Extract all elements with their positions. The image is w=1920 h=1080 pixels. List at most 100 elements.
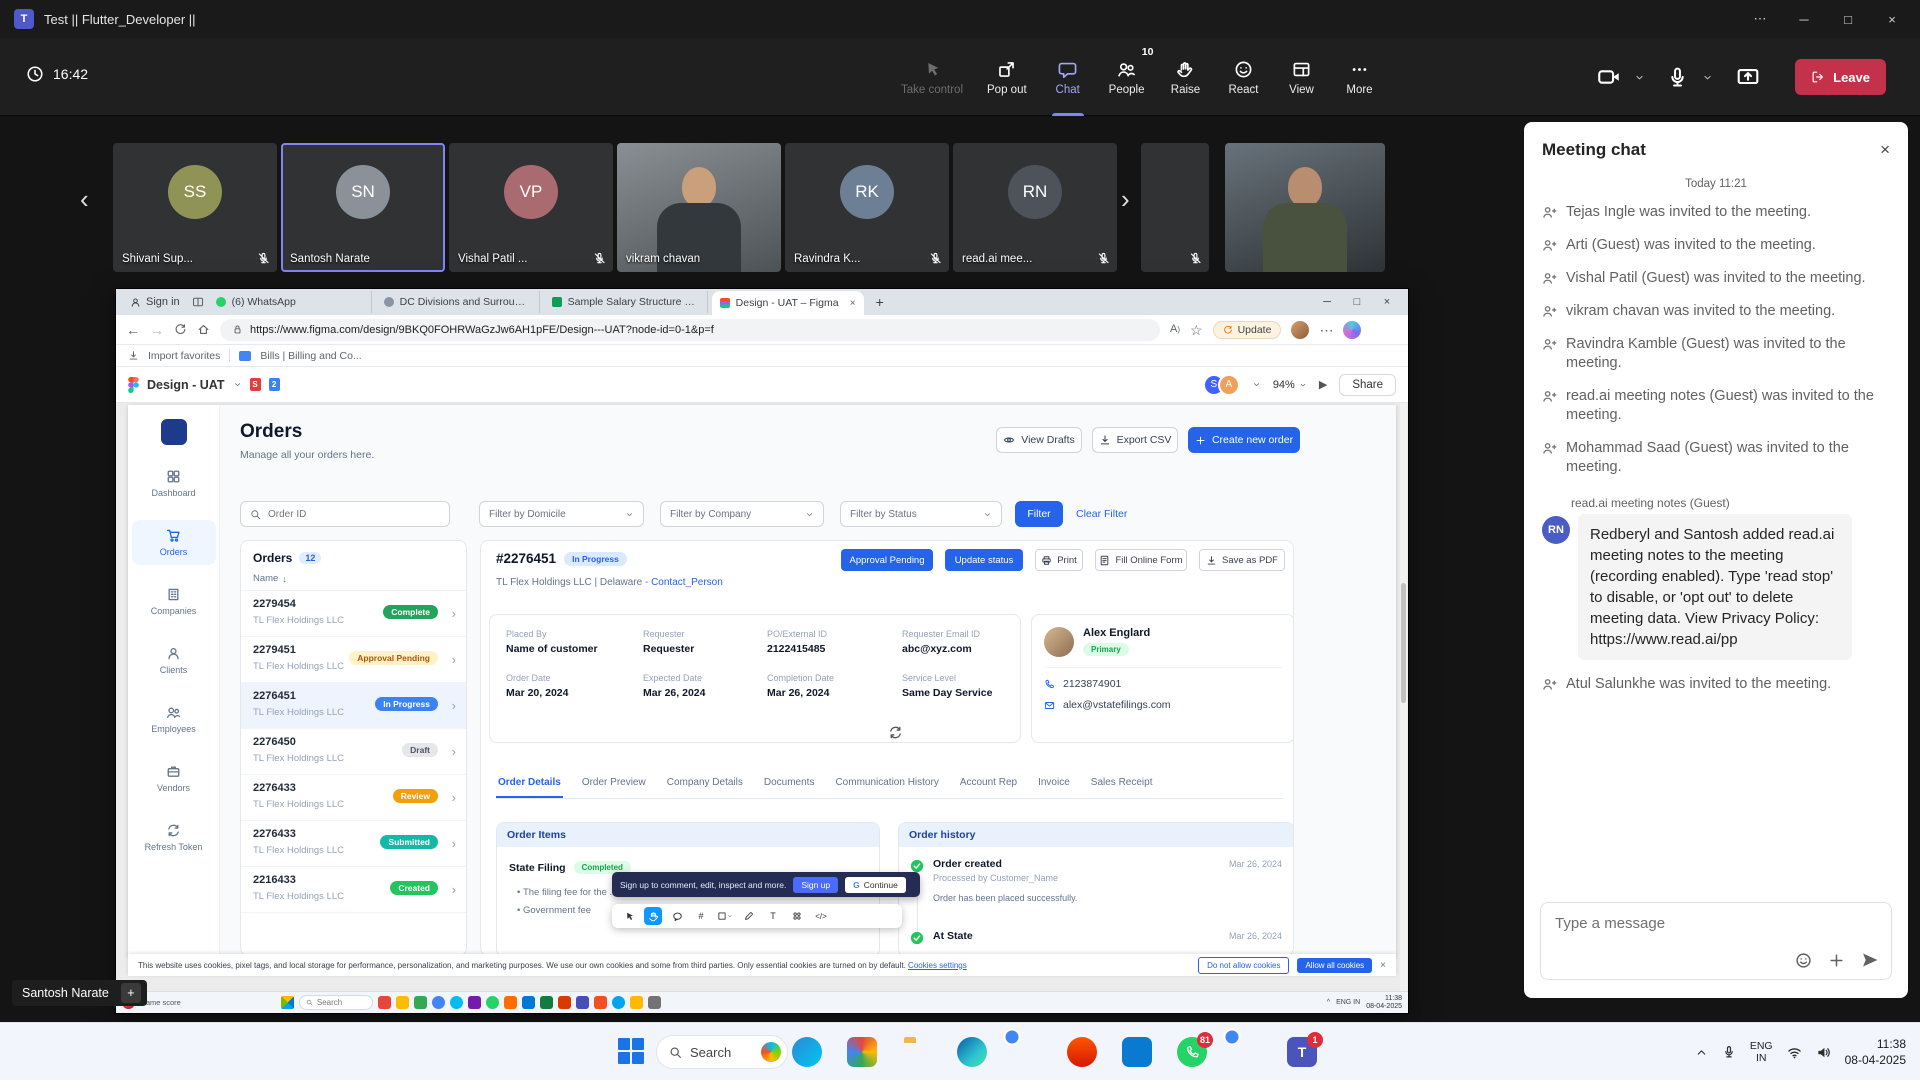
signup-button[interactable]: Sign up (793, 877, 838, 893)
react-button[interactable]: React (1217, 38, 1269, 116)
app-icon[interactable] (540, 996, 553, 1009)
figma-file-name[interactable]: Design - UAT (147, 378, 225, 392)
browser-profile-avatar[interactable] (1291, 321, 1309, 339)
app-icon[interactable] (558, 996, 571, 1009)
contact-person-link[interactable]: Contact_Person (651, 577, 723, 588)
taskbar-clock[interactable]: 11:38 08-04-2025 (1845, 1036, 1906, 1068)
fill-online-form-button[interactable]: Fill Online Form (1095, 549, 1187, 571)
cookie-close-icon[interactable]: × (1380, 960, 1386, 971)
whatsapp-icon[interactable]: 81 (1177, 1037, 1207, 1067)
tab-account-rep[interactable]: Account Rep (958, 769, 1019, 798)
app-icon[interactable] (378, 996, 391, 1009)
strip-prev-button[interactable]: ‹ (80, 186, 89, 212)
forward-icon[interactable]: → (150, 323, 164, 337)
tray-mic-icon[interactable] (1722, 1045, 1736, 1059)
nav-item-companies[interactable]: Companies (132, 579, 216, 624)
resources-tool-icon[interactable] (788, 907, 806, 925)
browser-signin-button[interactable]: Sign in (122, 294, 188, 310)
page-scrollbar[interactable] (1400, 403, 1407, 991)
participant-tile[interactable]: RK Ravindra K... (785, 143, 949, 272)
participant-tile[interactable]: SN Santosh Narate (281, 143, 445, 272)
view-button[interactable]: View (1275, 38, 1327, 116)
app-icon[interactable] (612, 996, 625, 1009)
refresh-icon[interactable] (174, 323, 187, 336)
inner-start-button[interactable] (281, 996, 294, 1009)
hand-tool-icon[interactable] (644, 907, 662, 925)
camera-icon[interactable] (1597, 65, 1621, 89)
browser-update-button[interactable]: Update (1213, 321, 1282, 339)
tab-documents[interactable]: Documents (762, 769, 817, 798)
view-drafts-button[interactable]: View Drafts (996, 427, 1082, 453)
inner-system-tray[interactable]: ^ ENG IN 11:38 08-04-2025 (1327, 995, 1402, 1011)
update-status-button[interactable]: Update status (945, 549, 1023, 571)
pin-share-button[interactable]: + (121, 983, 141, 1003)
app-icon[interactable] (468, 996, 481, 1009)
take-control-button[interactable]: Take control (892, 38, 972, 116)
browser-tab-dc[interactable]: DC Divisions and Surroundings (376, 291, 540, 313)
app-icon[interactable] (486, 996, 499, 1009)
export-csv-button[interactable]: Export CSV (1092, 427, 1178, 453)
edge-icon[interactable] (957, 1037, 987, 1067)
back-icon[interactable]: ← (126, 323, 140, 337)
scrollbar-thumb[interactable] (1401, 583, 1406, 703)
filter-apply-button[interactable]: Filter (1015, 501, 1063, 527)
participant-tile-partial[interactable] (1141, 143, 1209, 272)
nav-item-vendors[interactable]: Vendors (132, 756, 216, 801)
app-icon[interactable] (504, 996, 517, 1009)
approval-pending-button[interactable]: Approval Pending (841, 549, 933, 571)
widgets-icon[interactable] (792, 1037, 822, 1067)
create-new-order-button[interactable]: Create new order (1188, 427, 1300, 453)
participant-tile[interactable]: VP Vishal Patil ... (449, 143, 613, 272)
move-tool-icon[interactable] (620, 907, 638, 925)
url-field[interactable]: https://www.figma.com/design/9BKQ0FOHRWa… (220, 319, 1160, 341)
more-button[interactable]: More (1333, 38, 1385, 116)
mic-icon[interactable] (1666, 66, 1689, 89)
cookie-settings-link[interactable]: Cookies settings (908, 961, 967, 970)
app-icon[interactable] (396, 996, 409, 1009)
tab-invoice[interactable]: Invoice (1036, 769, 1072, 798)
message-input[interactable] (1541, 903, 1863, 944)
photos-icon[interactable] (847, 1037, 877, 1067)
save-as-pdf-button[interactable]: Save as PDF (1199, 549, 1285, 571)
clear-filter-link[interactable]: Clear Filter (1076, 508, 1127, 520)
tab-close-icon[interactable]: × (850, 298, 856, 309)
app-icon[interactable] (576, 996, 589, 1009)
inner-clock[interactable]: 11:38 08-04-2025 (1366, 995, 1402, 1011)
browser-tab-sheets[interactable]: Sample Salary Structure with cal... (544, 291, 708, 313)
print-button[interactable]: Print (1035, 549, 1083, 571)
taskbar-search[interactable]: Search (656, 1035, 788, 1069)
app-icon[interactable] (594, 996, 607, 1009)
present-icon[interactable]: ▶ (1319, 378, 1327, 391)
avatars-chevron-icon[interactable] (1252, 380, 1261, 389)
tab-order-details[interactable]: Order Details (496, 769, 563, 798)
zoom-level[interactable]: 94% (1273, 379, 1307, 391)
dev-mode-icon[interactable]: </> (812, 907, 830, 925)
bills-bookmark-link[interactable]: Bills | Billing and Co... (260, 350, 361, 362)
browser-close-button[interactable]: × (1372, 290, 1402, 314)
read-aloud-icon[interactable]: A) (1170, 324, 1180, 335)
pen-tool-icon[interactable] (740, 907, 758, 925)
filter-domicile-select[interactable]: Filter by Domicile (479, 501, 644, 527)
contact-phone-row[interactable]: 2123874901 (1044, 667, 1282, 690)
app-icon[interactable] (450, 996, 463, 1009)
home-icon[interactable] (197, 323, 210, 336)
teams-icon[interactable]: T 1 (1287, 1037, 1317, 1067)
leave-button[interactable]: Leave (1795, 59, 1886, 95)
order-row[interactable]: 2276450TL Flex Holdings LLC Draft› (241, 729, 466, 775)
app-icon[interactable] (522, 996, 535, 1009)
app-icon[interactable] (414, 996, 427, 1009)
app-icon[interactable] (432, 996, 445, 1009)
text-tool-icon[interactable]: T (764, 907, 782, 925)
share-screen-icon[interactable] (1736, 65, 1760, 89)
language-indicator[interactable]: ENG IN (1750, 1040, 1773, 1064)
tab-split-icon[interactable] (192, 296, 204, 308)
nav-item-employees[interactable]: Employees (132, 697, 216, 742)
order-row[interactable]: 2276433TL Flex Holdings LLC Submitted› (241, 821, 466, 867)
browser-tab-whatsapp[interactable]: (6) WhatsApp (208, 291, 372, 313)
window-more-button[interactable]: ⋯ (1738, 3, 1782, 35)
nav-item-refresh-token[interactable]: Refresh Token (132, 815, 216, 860)
pop-out-button[interactable]: Pop out (978, 38, 1036, 116)
browser-tab-figma-active[interactable]: Design - UAT – Figma × (712, 291, 864, 315)
order-row[interactable]: 2279454TL Flex Holdings LLC Complete› (241, 591, 466, 637)
order-row[interactable]: 2276433TL Flex Holdings LLC Review› (241, 775, 466, 821)
